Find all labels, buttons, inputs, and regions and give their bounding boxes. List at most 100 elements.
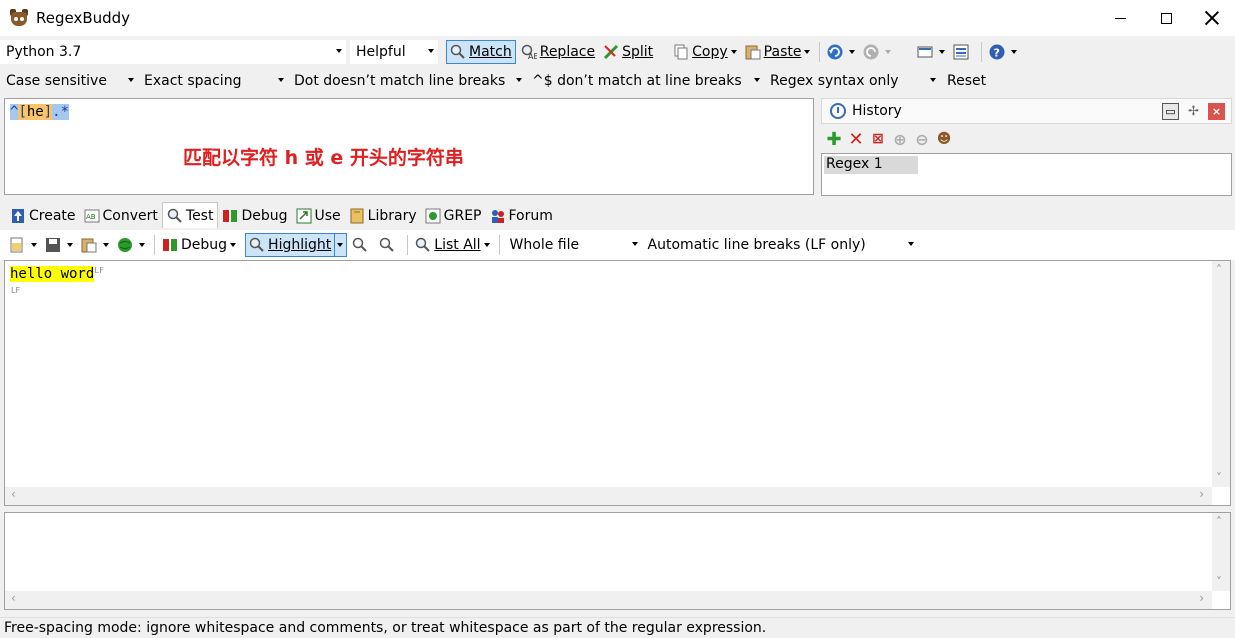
svg-text:AB: AB — [86, 213, 96, 221]
regex-editor[interactable]: ^[he].* 匹配以字符 h 或 e 开头的字符串 — [4, 98, 814, 195]
replace-button[interactable]: AB Replace — [518, 40, 598, 64]
history-list: Regex 1 — [821, 153, 1232, 196]
document-icon — [9, 237, 25, 253]
dot-select[interactable]: Dot doesn’t match line breaks — [288, 69, 526, 93]
reset-button[interactable]: Reset — [944, 69, 989, 93]
case-select[interactable]: Case sensitive — [0, 69, 138, 93]
buddy-icon[interactable]: ☻ — [933, 129, 955, 149]
dot-value: Dot doesn’t match line breaks — [294, 73, 506, 89]
pin-icon[interactable]: ✢ — [1185, 103, 1202, 120]
highlight-button[interactable]: Highlight — [245, 233, 348, 257]
undo-button[interactable] — [824, 40, 858, 64]
scroll-up-icon[interactable]: ˄ — [1216, 263, 1222, 277]
paste-label: Paste — [763, 44, 802, 60]
use-icon — [296, 208, 312, 224]
tab-convert[interactable]: AB Convert — [80, 204, 162, 228]
line-break-text: LF — [11, 286, 21, 295]
main-toolbar: Python 3.7 Helpful Match AB Replace Spli… — [0, 38, 1235, 66]
list-all-button[interactable]: List All — [412, 233, 492, 257]
syntax-select[interactable]: Regex syntax only — [764, 69, 940, 93]
delete-all-icon[interactable]: ⊠ — [867, 129, 889, 149]
minimize-button[interactable] — [1097, 0, 1143, 36]
tab-forum[interactable]: Forum — [486, 204, 557, 228]
scope-select[interactable]: Whole file — [504, 233, 642, 257]
flavor-value: Python 3.7 — [6, 44, 82, 60]
redo-button[interactable] — [860, 40, 894, 64]
move-up-icon[interactable]: ⊕ — [889, 129, 911, 149]
tab-label: Forum — [508, 208, 553, 224]
close-icon — [1205, 11, 1219, 25]
minimize-icon — [1114, 17, 1126, 19]
line-breaks-select[interactable]: Automatic line breaks (LF only) — [642, 233, 918, 257]
close-button[interactable] — [1189, 0, 1235, 36]
window-icon[interactable]: ▭ — [1162, 103, 1179, 120]
regex-annotation: 匹配以字符 h 或 e 开头的字符串 — [183, 147, 464, 169]
anchors-select[interactable]: ^$ don’t match at line breaks — [526, 69, 764, 93]
history-item[interactable]: Regex 1 — [824, 156, 918, 174]
layout-button[interactable] — [914, 40, 948, 64]
panels-icon — [953, 44, 969, 60]
vertical-scrollbar[interactable]: ˄ ˅ — [1212, 261, 1230, 487]
test-icon — [167, 208, 183, 224]
history-header: History ▭ ✢ × — [821, 98, 1232, 124]
debug-button[interactable]: Debug — [159, 233, 239, 257]
zoom-out-button[interactable] — [376, 233, 401, 257]
helpfulness-value: Helpful — [356, 44, 406, 60]
debug-label: Debug — [181, 237, 228, 253]
options-toolbar: Case sensitive Exact spacing Dot doesn’t… — [0, 67, 1235, 95]
save-button[interactable] — [42, 233, 76, 257]
scroll-left-icon[interactable]: ‹ — [11, 487, 16, 501]
globe-icon — [117, 237, 133, 253]
tab-create[interactable]: Create — [6, 204, 80, 228]
syntax-value: Regex syntax only — [770, 73, 899, 89]
scroll-down-icon[interactable]: ˅ — [1216, 575, 1222, 589]
line-break-marker: LF — [11, 287, 20, 295]
vertical-scrollbar[interactable]: ˄ ˅ — [1212, 513, 1230, 591]
spacing-value: Exact spacing — [144, 73, 242, 89]
zoom-in-button[interactable] — [349, 233, 374, 257]
tab-test[interactable]: Test — [161, 202, 219, 228]
title-bar: RegexBuddy — [0, 0, 1235, 36]
copy-button[interactable]: Copy — [670, 40, 740, 64]
open-button[interactable] — [6, 233, 40, 257]
match-button[interactable]: Match — [446, 40, 516, 64]
scroll-left-icon[interactable]: ‹ — [11, 591, 16, 605]
web-button[interactable] — [114, 233, 148, 257]
paste-button[interactable]: Paste — [742, 40, 814, 64]
close-panel-icon[interactable]: × — [1208, 103, 1225, 120]
horizontal-scrollbar[interactable]: ‹ › — [5, 487, 1212, 505]
scroll-down-icon[interactable]: ˅ — [1216, 471, 1222, 485]
move-down-icon[interactable]: ⊖ — [911, 129, 933, 149]
scroll-right-icon[interactable]: › — [1199, 591, 1204, 605]
tab-label: Create — [29, 208, 76, 224]
maximize-button[interactable] — [1143, 0, 1189, 36]
add-icon[interactable]: ✚ — [823, 129, 845, 150]
spacing-select[interactable]: Exact spacing — [138, 69, 288, 93]
replace-icon: AB — [521, 44, 539, 61]
results-pane[interactable]: ˄ ˅ ‹ › — [4, 512, 1231, 610]
split-button[interactable]: Split — [600, 40, 656, 64]
magnifier-icon — [450, 44, 466, 60]
panels-button[interactable] — [950, 40, 975, 64]
tab-debug[interactable]: Debug — [218, 204, 291, 228]
line-break-marker: LF — [94, 266, 104, 275]
subject-line: hello wordLF — [10, 266, 104, 282]
scroll-right-icon[interactable]: › — [1199, 487, 1204, 501]
tab-library[interactable]: Library — [345, 204, 421, 228]
horizontal-scrollbar[interactable]: ‹ › — [5, 591, 1212, 609]
flavor-select[interactable]: Python 3.7 — [0, 40, 346, 64]
delete-icon[interactable]: ✕ — [845, 129, 867, 150]
paste-subject-button[interactable] — [78, 233, 112, 257]
replace-label: Replace — [539, 44, 596, 60]
svg-text:AB: AB — [528, 52, 537, 60]
clock-icon — [830, 103, 846, 119]
undo-icon — [827, 44, 843, 60]
helpfulness-select[interactable]: Helpful — [350, 40, 438, 64]
window-title: RegexBuddy — [36, 9, 131, 27]
tab-use[interactable]: Use — [292, 204, 345, 228]
tab-grep[interactable]: GREP — [421, 204, 486, 228]
scroll-up-icon[interactable]: ˄ — [1216, 515, 1222, 529]
forum-icon — [490, 208, 506, 224]
test-subject-editor[interactable]: hello wordLF LF ˄ ˅ ‹ › — [4, 260, 1231, 506]
help-button[interactable]: ? — [986, 40, 1020, 64]
